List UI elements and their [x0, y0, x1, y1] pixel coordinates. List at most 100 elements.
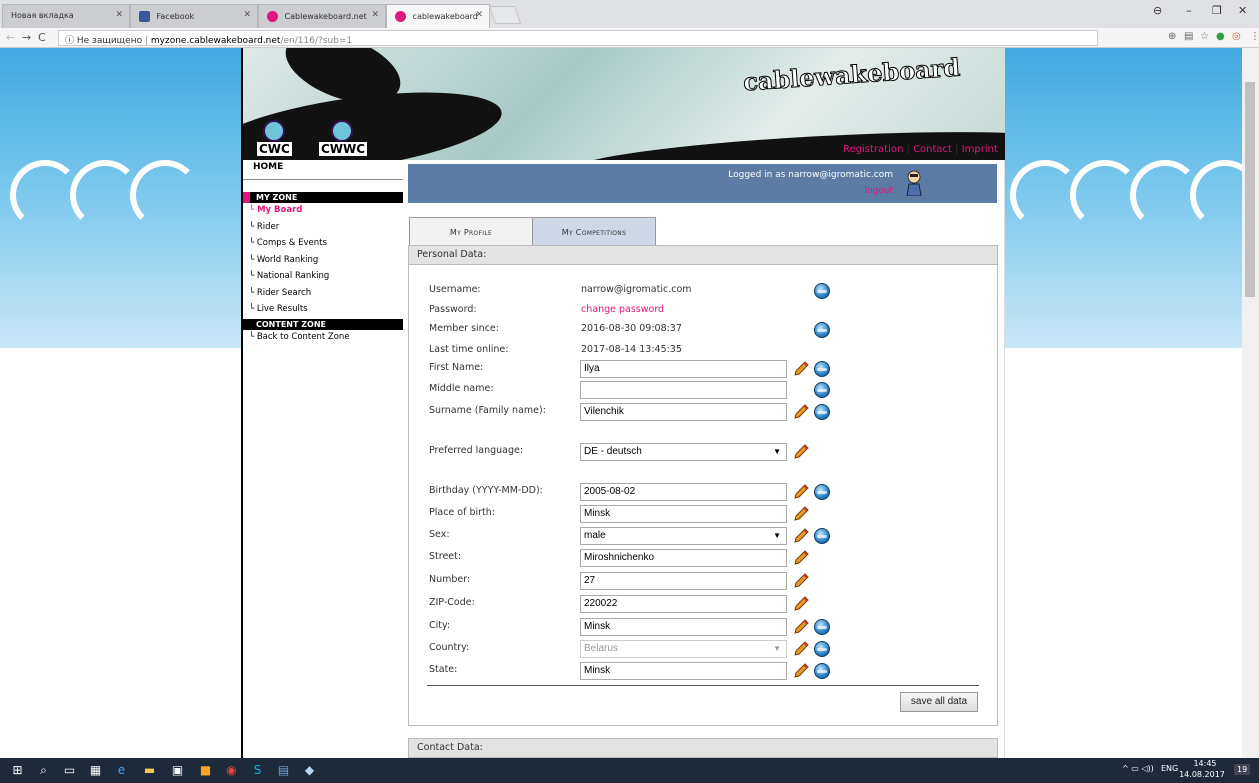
app-icon[interactable]: ◆	[302, 763, 317, 778]
minimize-button[interactable]: –	[1186, 4, 1192, 17]
sidebar-item-comps-events[interactable]: └ Comps & Events	[243, 236, 403, 253]
edit-pencil-icon[interactable]	[793, 550, 809, 566]
language-indicator[interactable]: ENG	[1161, 764, 1178, 773]
account-icon[interactable]: ⊖	[1153, 4, 1162, 17]
close-icon[interactable]: ✕	[243, 10, 251, 20]
store-icon[interactable]: ▣	[170, 763, 185, 778]
browser-tab-cablewakeboard[interactable]: cablewakeboard ✕	[386, 4, 490, 28]
edit-pencil-icon[interactable]	[793, 641, 809, 657]
edit-pencil-icon[interactable]	[793, 506, 809, 522]
edit-pencil-icon[interactable]	[793, 663, 809, 679]
sidebar-item-my-board[interactable]: └ My Board	[243, 203, 403, 220]
edit-pencil-icon[interactable]	[793, 361, 809, 377]
edit-pencil-icon[interactable]	[793, 596, 809, 612]
visibility-globe-icon[interactable]	[814, 663, 830, 679]
forward-icon[interactable]: →	[22, 31, 31, 44]
zip-field[interactable]: 220022	[580, 595, 787, 613]
search-icon[interactable]: ⌕	[36, 763, 51, 778]
edit-pencil-icon[interactable]	[793, 484, 809, 500]
tab-my-profile[interactable]: My Profile	[409, 217, 533, 245]
visibility-globe-icon[interactable]	[814, 283, 830, 299]
edit-pencil-icon[interactable]	[793, 573, 809, 589]
app-icon[interactable]: ▤	[276, 763, 291, 778]
edit-pencil-icon[interactable]	[793, 619, 809, 635]
visibility-globe-icon[interactable]	[814, 322, 830, 338]
sidebar-item-rider-search[interactable]: └ Rider Search	[243, 286, 403, 303]
change-password-link[interactable]: change password	[581, 304, 664, 315]
first-name-field[interactable]: Ilya	[580, 360, 787, 378]
birthday-field[interactable]: 2005-08-02	[580, 483, 787, 501]
imprint-link[interactable]: Imprint	[962, 144, 998, 155]
home-link[interactable]: HOME	[243, 160, 403, 180]
sidebar-item-live-results[interactable]: └ Live Results	[243, 302, 403, 319]
translate-icon[interactable]: ▤	[1184, 31, 1193, 42]
personal-data-header: Personal Data:	[409, 246, 997, 265]
city-field[interactable]: Minsk	[580, 618, 787, 636]
save-all-data-button[interactable]: save all data	[900, 692, 978, 712]
cwc-logo[interactable]: CWC	[257, 142, 292, 156]
contact-link[interactable]: Contact	[913, 144, 952, 155]
visibility-globe-icon[interactable]	[814, 361, 830, 377]
reload-icon[interactable]: C	[38, 31, 46, 44]
new-tab-button[interactable]	[488, 6, 522, 24]
file-explorer-icon[interactable]: ▬	[142, 763, 157, 778]
cwwc-logo[interactable]: CWWC	[319, 142, 368, 156]
number-field[interactable]: 27	[580, 572, 787, 590]
visibility-globe-icon[interactable]	[814, 484, 830, 500]
tray-icons[interactable]: ^ ▭ ◁))	[1122, 764, 1154, 773]
middle-name-field[interactable]	[580, 381, 787, 399]
task-view-icon[interactable]: ▭	[62, 763, 77, 778]
tab-my-competitions[interactable]: My Competitions	[532, 217, 656, 245]
browser-tab-cablewakeboard-net[interactable]: Cablewakeboard.net ✕	[258, 4, 386, 28]
edit-pencil-icon[interactable]	[793, 528, 809, 544]
surname-field[interactable]: Vilenchik	[580, 403, 787, 421]
windows-start-icon[interactable]: ⊞	[10, 763, 25, 778]
registration-link[interactable]: Registration	[843, 144, 903, 155]
visibility-globe-icon[interactable]	[814, 382, 830, 398]
place-of-birth-field[interactable]: Minsk	[580, 505, 787, 523]
clock-date[interactable]: 14.08.2017	[1177, 770, 1227, 779]
close-icon[interactable]: ✕	[371, 10, 379, 20]
sidebar-item-back-to-content-zone[interactable]: └ Back to Content Zone	[243, 330, 403, 347]
zoom-icon[interactable]: ⊕	[1168, 31, 1176, 42]
sex-select[interactable]: male ▼	[580, 527, 787, 545]
visibility-globe-icon[interactable]	[814, 619, 830, 635]
skype-icon[interactable]: S	[250, 763, 265, 778]
sidebar-item-national-ranking[interactable]: └ National Ranking	[243, 269, 403, 286]
visibility-globe-icon[interactable]	[814, 641, 830, 657]
sidebar-item-world-ranking[interactable]: └ World Ranking	[243, 253, 403, 270]
menu-icon[interactable]: ⋮	[1250, 31, 1259, 42]
country-select[interactable]: Belarus ▼	[580, 640, 787, 658]
close-icon[interactable]: ✕	[115, 10, 123, 20]
sidebar-item-rider[interactable]: └ Rider	[243, 220, 403, 237]
edit-pencil-icon[interactable]	[793, 404, 809, 420]
calculator-icon[interactable]: ▦	[88, 763, 103, 778]
restore-button[interactable]: ❐	[1212, 4, 1222, 17]
media-icon[interactable]: ■	[198, 763, 213, 778]
site-logo[interactable]: cablewakeboard	[742, 52, 962, 97]
edit-pencil-icon[interactable]	[793, 444, 809, 460]
extension-icon[interactable]: ◎	[1232, 31, 1241, 42]
url-input[interactable]: ⓘ Не защищено | myzone.cablewakeboard.ne…	[58, 30, 1098, 46]
info-icon[interactable]: ⓘ	[65, 36, 74, 46]
edge-icon[interactable]: e	[114, 763, 129, 778]
back-icon[interactable]: ←	[6, 31, 15, 44]
browser-tab-facebook[interactable]: Facebook ✕	[130, 4, 258, 28]
contact-data-header[interactable]: Contact Data:	[408, 738, 998, 758]
clock-time[interactable]: 14:45	[1185, 759, 1225, 768]
street-field[interactable]: Miroshnichenko	[580, 549, 787, 567]
bookmark-star-icon[interactable]: ☆	[1200, 31, 1209, 42]
logout-link[interactable]: logout	[865, 186, 893, 196]
state-field[interactable]: Minsk	[580, 662, 787, 680]
chrome-icon[interactable]: ◉	[224, 763, 239, 778]
browser-tab-new[interactable]: Новая вкладка ✕	[2, 4, 130, 28]
notifications-icon[interactable]: 19	[1234, 764, 1251, 775]
visibility-globe-icon[interactable]	[814, 528, 830, 544]
visibility-globe-icon[interactable]	[814, 404, 830, 420]
extension-check-icon[interactable]: ●	[1216, 31, 1225, 42]
scrollbar-thumb[interactable]	[1245, 82, 1255, 297]
cwwc-logo-icon	[331, 120, 353, 142]
close-icon[interactable]: ✕	[475, 10, 483, 20]
close-window-button[interactable]: ✕	[1238, 4, 1247, 17]
language-select[interactable]: DE - deutsch ▼	[580, 443, 787, 461]
